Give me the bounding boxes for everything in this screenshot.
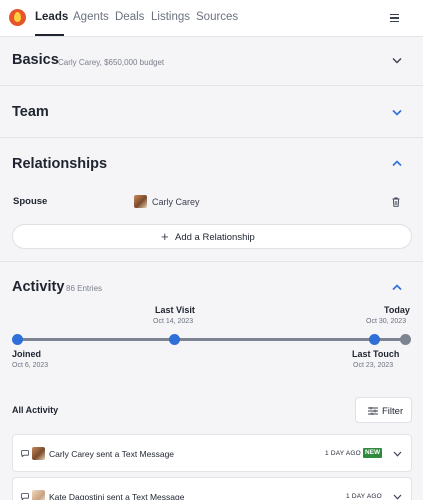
trash-icon[interactable] [392, 197, 400, 207]
chevron-down-icon[interactable] [393, 451, 402, 457]
avatar [32, 490, 45, 500]
new-badge: NEW [363, 448, 383, 458]
timeline-label-joined: Joined [12, 349, 42, 359]
avatar [134, 195, 147, 208]
timeline-dot-today [400, 334, 411, 345]
timeline-date-last-visit: Oct 14, 2023 [153, 318, 194, 325]
filter-label: Filter [382, 406, 404, 417]
timeline-date-today: Oct 30, 2023 [366, 318, 407, 325]
timeline-label-today: Today [384, 305, 410, 315]
activity-time: 1 DAY AGO [325, 450, 361, 457]
timeline-label-last-visit: Last Visit [155, 305, 195, 315]
chat-bubble-icon [21, 493, 29, 500]
all-activity-heading: All Activity [12, 405, 59, 415]
activity-count: 86 Entries [66, 284, 103, 293]
chevron-down-icon[interactable] [392, 109, 402, 116]
app-logo-icon[interactable] [9, 9, 26, 26]
timeline-label-last-touch: Last Touch [352, 349, 400, 359]
timeline-dot-joined [12, 334, 23, 345]
timeline-track [17, 338, 406, 341]
relationship-name[interactable]: Carly Carey [152, 197, 200, 207]
timeline-dot-last-touch [369, 334, 380, 345]
relationship-role: Spouse [13, 196, 48, 207]
add-relationship-label: Add a Relationship [175, 232, 255, 243]
filter-button[interactable]: Filter [355, 397, 412, 423]
relationships-title: Relationships [12, 156, 108, 172]
activity-text: Kate Dagostini sent a Text Message [49, 492, 185, 500]
plus-icon: + [161, 229, 169, 244]
timeline-dot-last-visit [169, 334, 180, 345]
chevron-down-icon[interactable] [392, 57, 402, 64]
activity-entry[interactable]: Kate Dagostini sent a Text Message 1 DAY… [12, 477, 412, 500]
team-title: Team [12, 104, 49, 120]
timeline-date-joined: Oct 6, 2023 [12, 362, 49, 369]
tab-agents[interactable]: Agents [73, 11, 109, 23]
timeline-date-last-touch: Oct 23, 2023 [353, 362, 394, 369]
tab-listings[interactable]: Listings [151, 11, 190, 23]
active-tab-underline [35, 34, 64, 36]
chevron-up-icon[interactable] [392, 160, 402, 167]
basics-title: Basics [12, 52, 59, 68]
chevron-down-icon[interactable] [393, 494, 402, 500]
add-relationship-button[interactable]: + Add a Relationship [12, 224, 412, 249]
hamburger-icon[interactable] [390, 14, 399, 23]
activity-text: Carly Carey sent a Text Message [49, 449, 175, 459]
avatar [32, 447, 45, 460]
tab-deals[interactable]: Deals [115, 11, 144, 23]
activity-entry[interactable]: Carly Carey sent a Text Message 1 DAY AG… [12, 434, 412, 472]
activity-title: Activity [12, 279, 65, 295]
basics-subtitle: Carly Carey, $650,000 budget [58, 58, 165, 67]
chevron-up-icon[interactable] [392, 284, 402, 291]
activity-time: 1 DAY AGO [346, 493, 382, 500]
basics-section[interactable]: Basics Carly Carey, $650,000 budget [0, 37, 423, 86]
tab-leads[interactable]: Leads [35, 11, 68, 23]
team-section[interactable]: Team [0, 86, 423, 138]
tab-sources[interactable]: Sources [196, 11, 238, 23]
top-nav: Leads Agents Deals Listings Sources [0, 0, 423, 37]
chat-bubble-icon [21, 450, 29, 457]
filter-icon [368, 407, 378, 415]
